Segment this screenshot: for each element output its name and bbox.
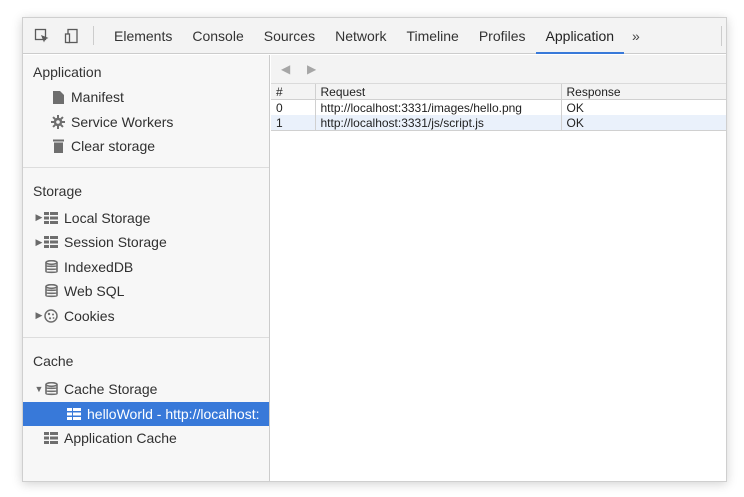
grid-table-icon [44, 211, 58, 225]
expand-triangle-icon[interactable]: ▶ [34, 212, 44, 223]
sidebar-item-label: Application Cache [64, 430, 177, 447]
more-tabs-button[interactable]: » [624, 18, 648, 53]
tab-sources[interactable]: Sources [254, 18, 325, 53]
sidebar-item-label: Cache Storage [64, 381, 158, 398]
expand-triangle-icon[interactable]: ▶ [34, 237, 44, 248]
sidebar-item-service-workers[interactable]: Service Workers [23, 110, 269, 135]
sidebar-item-cookies[interactable]: ▶ Cookies [23, 304, 269, 329]
column-header-request[interactable]: Request [315, 84, 562, 100]
sidebar-item-local-storage[interactable]: ▶ Local Storage [23, 206, 269, 231]
sidebar-item-helloworld-cache[interactable]: helloWorld - http://localhost: [23, 401, 269, 426]
cache-entries-panel: ◀ ▶ # Request Response 0 http://localhos… [271, 55, 726, 481]
tab-application[interactable]: Application [535, 18, 625, 54]
expand-triangle-icon[interactable]: ▶ [34, 310, 44, 321]
column-header-index[interactable]: # [271, 84, 316, 100]
next-page-button[interactable]: ▶ [307, 62, 333, 76]
cell-response: OK [561, 115, 726, 131]
table-header-row: # Request Response [271, 84, 726, 100]
sidebar-item-label: Cookies [64, 307, 115, 324]
column-header-response[interactable]: Response [561, 84, 726, 100]
collapse-triangle-icon[interactable]: ▼ [34, 384, 44, 394]
sidebar-item-indexeddb[interactable]: IndexedDB [23, 255, 269, 280]
sidebar-item-label: Web SQL [64, 283, 125, 300]
sidebar-item-label: Service Workers [71, 113, 174, 130]
cell-index: 1 [271, 115, 316, 131]
sidebar-item-label: IndexedDB [64, 258, 134, 275]
cell-response: OK [566, 100, 584, 115]
cookie-icon [44, 309, 58, 323]
sidebar-item-label: Clear storage [71, 138, 156, 155]
gear-icon [51, 114, 65, 129]
cache-navigation-toolbar: ◀ ▶ [271, 55, 726, 84]
table-row[interactable]: 0 http://localhost:3331/images/hello.png… [271, 99, 726, 115]
section-title-storage: Storage [33, 182, 83, 199]
cell-request: http://localhost:3331/images/hello.png [315, 99, 562, 115]
tab-console[interactable]: Console [182, 18, 253, 53]
section-title-application: Application [33, 64, 102, 80]
grid-table-icon [44, 431, 58, 445]
tab-elements[interactable]: Elements [104, 18, 182, 53]
previous-page-button[interactable]: ◀ [281, 62, 307, 76]
sidebar-item-label: Session Storage [64, 234, 167, 251]
section-title-cache: Cache [33, 353, 74, 369]
sidebar-item-label: Manifest [71, 89, 124, 106]
tab-timeline[interactable]: Timeline [396, 18, 468, 53]
toolbar-separator [93, 26, 94, 45]
grid-table-icon [44, 235, 58, 249]
devtools-window: Elements Console Sources Network Timelin… [22, 17, 727, 482]
database-icon [44, 259, 58, 274]
toolbar-end-separator [721, 26, 722, 46]
document-icon [51, 90, 65, 104]
sidebar-item-application-cache[interactable]: Application Cache [23, 426, 269, 451]
database-icon [44, 382, 58, 396]
sidebar-item-web-sql[interactable]: Web SQL [23, 279, 269, 304]
device-toolbar-icon[interactable] [57, 18, 87, 53]
tab-profiles[interactable]: Profiles [469, 18, 536, 53]
sidebar-item-label: Local Storage [64, 209, 151, 226]
tab-network[interactable]: Network [325, 18, 396, 53]
inspect-element-icon[interactable] [27, 18, 57, 53]
sidebar-item-label: helloWorld - http://localhost: [87, 405, 260, 422]
sidebar-item-session-storage[interactable]: ▶ Session Storage [23, 230, 269, 255]
trash-icon [51, 139, 65, 154]
table-row[interactable]: 1 http://localhost:3331/js/script.js OK [271, 115, 726, 131]
sidebar-item-cache-storage[interactable]: ▼ Cache Storage [23, 377, 269, 402]
grid-table-icon [67, 407, 81, 421]
database-icon [44, 284, 58, 298]
sidebar-item-clear-storage[interactable]: Clear storage [23, 134, 269, 159]
cell-index: 0 [271, 99, 316, 115]
panel-tab-bar: Elements Console Sources Network Timelin… [23, 18, 726, 54]
cache-entries-table: # Request Response 0 http://localhost:33… [271, 84, 726, 131]
application-sidebar: Application Manifest Service Workers Cle… [23, 55, 270, 481]
sidebar-item-manifest[interactable]: Manifest [23, 85, 269, 110]
cell-request: http://localhost:3331/js/script.js [315, 115, 562, 131]
